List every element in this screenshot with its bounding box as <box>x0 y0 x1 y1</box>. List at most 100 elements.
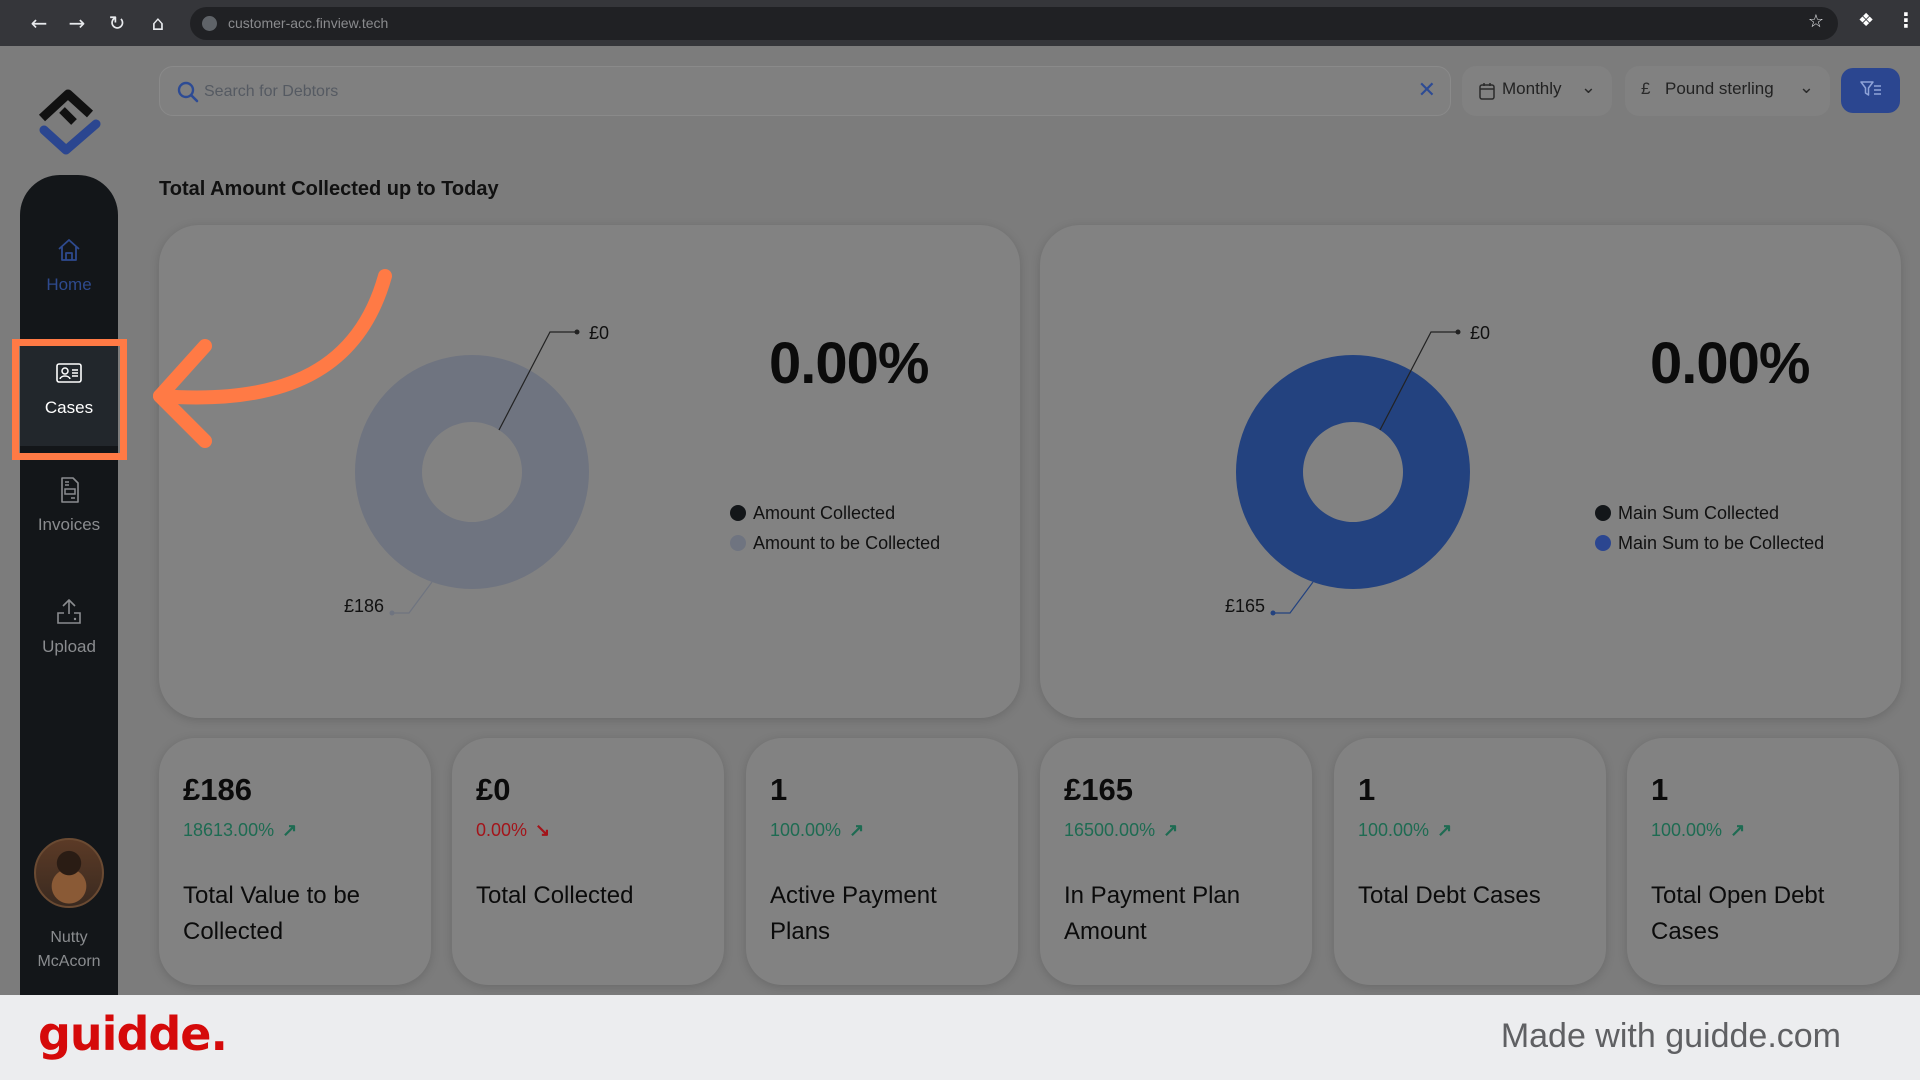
sidebar-item-home[interactable]: Home <box>20 235 118 335</box>
stat-label: Total Collected <box>476 882 634 909</box>
footer: guidde. Made with guidde.com <box>0 995 1920 1080</box>
period-value: Monthly <box>1502 79 1562 98</box>
search-icon <box>177 81 199 103</box>
legend-dot-collected <box>1595 505 1611 521</box>
stat-change: 100.00% ↗ <box>1651 820 1745 841</box>
leader-line <box>392 581 433 614</box>
donut-label: £0 <box>589 323 609 343</box>
extensions-icon[interactable]: ❖ <box>1858 10 1874 31</box>
chevron-down-icon: ⌄ <box>1580 77 1596 97</box>
stat-card-debt-cases: 1 100.00% ↗ Total Debt Cases <box>1334 738 1606 985</box>
stat-change-value: 100.00% <box>1358 820 1430 840</box>
stat-change-value: 100.00% <box>770 820 842 840</box>
collected-percentage: 0.00% <box>769 331 929 396</box>
trend-up-icon: ↗ <box>849 820 865 840</box>
browser-toolbar: ← → ↻ ⌂ customer-acc.finview.tech ☆ ❖ ⋮ <box>0 0 1920 46</box>
legend-label: Amount Collected <box>753 502 896 523</box>
trend-down-icon: ↘ <box>535 820 551 840</box>
home-icon[interactable]: ⌂ <box>145 10 171 36</box>
section-title: Total Amount Collected up to Today <box>159 178 499 200</box>
reload-icon[interactable]: ↻ <box>104 10 130 36</box>
stat-value: 1 <box>1651 772 1669 807</box>
stat-change-value: 100.00% <box>1651 820 1723 840</box>
donut-label: £0 <box>1470 323 1490 343</box>
filter-button[interactable] <box>1841 68 1900 113</box>
chart-legend: Main Sum Collected Main Sum to be Collec… <box>1595 498 1824 558</box>
leader-line <box>1273 581 1314 614</box>
trend-up-icon: ↗ <box>1730 820 1746 840</box>
filter-icon <box>1860 81 1881 96</box>
sidebar-item-cases[interactable]: Cases <box>20 346 118 446</box>
finview-logo-icon[interactable] <box>30 88 110 158</box>
leader-dot <box>1270 610 1276 616</box>
legend-dot-collected <box>730 505 746 521</box>
close-icon[interactable]: ✕ <box>1418 79 1436 103</box>
stat-value: £165 <box>1064 772 1133 807</box>
user-avatar[interactable] <box>34 838 104 908</box>
stat-change: 0.00% ↘ <box>476 820 550 841</box>
stat-change: 100.00% ↗ <box>1358 820 1452 841</box>
trend-up-icon: ↗ <box>1163 820 1179 840</box>
stat-change: 16500.00% ↗ <box>1064 820 1178 841</box>
legend-label: Main Sum to be Collected <box>1618 532 1825 553</box>
footer-credit[interactable]: Made with guidde.com <box>1501 1017 1841 1056</box>
sidebar-item-upload[interactable]: Upload <box>20 597 118 697</box>
document-icon <box>61 477 79 503</box>
trend-up-icon: ↗ <box>282 820 298 840</box>
search-input[interactable] <box>204 79 1354 105</box>
stat-label: Total Value to be Collected <box>183 882 361 945</box>
currency-value: Pound sterling <box>1665 79 1774 98</box>
home-icon <box>58 239 80 261</box>
amount-collected-chart-card: £0 £186 0.00% Amount Collected Amount to … <box>159 225 1020 718</box>
stat-change: 100.00% ↗ <box>770 820 864 841</box>
stat-card-plan-amount: £165 16500.00% ↗ In Payment Plan Amount <box>1040 738 1312 985</box>
leader-dot <box>1455 329 1461 335</box>
globe-icon <box>202 16 217 31</box>
stat-card-open-debt-cases: 1 100.00% ↗ Total Open Debt Cases <box>1627 738 1899 985</box>
period-dropdown[interactable]: Monthly ⌄ <box>1462 66 1612 116</box>
legend-item[interactable]: Main Sum Collected <box>1595 498 1824 528</box>
legend-item[interactable]: Amount Collected <box>730 498 940 528</box>
id-card-icon <box>56 363 82 383</box>
guidde-logo[interactable]: guidde. <box>38 1007 228 1061</box>
url-text[interactable]: customer-acc.finview.tech <box>228 15 388 31</box>
bookmark-star-icon[interactable]: ☆ <box>1808 11 1824 32</box>
donut-label: £165 <box>1225 596 1265 616</box>
stat-value: 1 <box>1358 772 1376 807</box>
stat-change: 18613.00% ↗ <box>183 820 297 841</box>
stat-change-value: 16500.00% <box>1064 820 1156 840</box>
user-name[interactable]: Nutty McAcorn <box>20 926 118 974</box>
main-sum-percentage: 0.00% <box>1650 331 1810 396</box>
legend-item[interactable]: Main Sum to be Collected <box>1595 528 1824 558</box>
stat-card-active-plans: 1 100.00% ↗ Active Payment Plans <box>746 738 1018 985</box>
main-sum-chart-card: £0 £165 0.00% Main Sum Collected Main Sum… <box>1040 225 1901 718</box>
stat-card-total-collected: £0 0.00% ↘ Total Collected <box>452 738 724 985</box>
back-icon[interactable]: ← <box>26 10 52 36</box>
legend-label: Amount to be Collected <box>753 532 941 553</box>
address-bar[interactable]: customer-acc.finview.tech ☆ <box>190 7 1838 40</box>
forward-icon[interactable]: → <box>64 10 90 36</box>
sidebar-item-label: Cases <box>44 398 94 417</box>
donut-label: £186 <box>344 596 384 616</box>
legend-label: Main Sum Collected <box>1618 502 1780 523</box>
pound-icon: £ <box>1641 79 1651 98</box>
stat-label: Total Debt Cases <box>1358 882 1541 909</box>
stat-label: In Payment Plan Amount <box>1064 882 1241 945</box>
donut-slice-1[interactable] <box>1235 355 1470 589</box>
trend-up-icon: ↗ <box>1437 820 1453 840</box>
chevron-down-icon: ⌄ <box>1798 77 1814 97</box>
leader-dot <box>389 610 395 616</box>
user-last-name: McAcorn <box>37 953 101 970</box>
donut-slice-1[interactable] <box>354 355 589 589</box>
chart-legend: Amount Collected Amount to be Collected <box>730 498 940 558</box>
menu-icon[interactable]: ⋮ <box>1896 8 1916 32</box>
upload-icon <box>57 599 81 624</box>
legend-item[interactable]: Amount to be Collected <box>730 528 940 558</box>
calendar-icon <box>1479 83 1495 100</box>
sidebar-item-label: Home <box>46 275 92 294</box>
currency-dropdown[interactable]: £ Pound sterling ⌄ <box>1625 66 1830 116</box>
stat-card-total-value: £186 18613.00% ↗ Total Value to be Collec… <box>159 738 431 985</box>
debtor-search: ✕ <box>159 66 1451 116</box>
main-sum-donut: £0 £165 <box>1225 323 1490 616</box>
sidebar-item-invoices[interactable]: Invoices <box>20 475 118 575</box>
